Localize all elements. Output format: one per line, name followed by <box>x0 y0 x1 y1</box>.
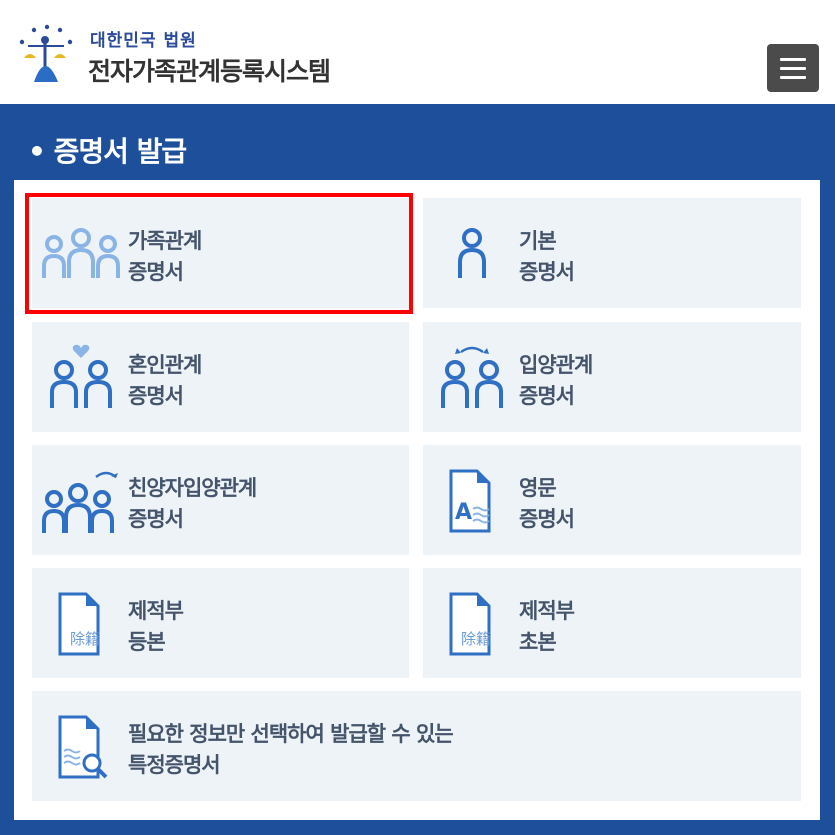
card-label: 혼인관계 증명서 <box>128 353 202 408</box>
family-adoption-icon <box>42 471 118 533</box>
system-name[interactable]: 전자가족관계등록시스템 <box>88 52 331 88</box>
full-adoption-relation-certificate-card[interactable]: 친양자입양관계 증명서 <box>32 445 409 555</box>
english-document-icon: A <box>449 469 491 533</box>
site-header: 대한민국 법원 전자가족관계등록시스템 <box>0 0 835 104</box>
card-label: 가족관계 증명서 <box>128 229 202 284</box>
svg-text:A: A <box>455 500 472 525</box>
removed-register-document-icon: 除籍 <box>58 592 100 656</box>
marriage-relation-certificate-card[interactable]: 혼인관계 증명서 <box>32 322 409 432</box>
basic-certificate-card[interactable]: 기본 증명서 <box>423 198 801 308</box>
card-label: 영문 증명서 <box>519 476 575 531</box>
adoption-relation-certificate-card[interactable]: 입양관계 증명서 <box>423 322 801 432</box>
adoption-arrows-icon <box>441 346 503 408</box>
card-label: 제적부 등본 <box>128 599 184 654</box>
card-label: 친양자입양관계 증명서 <box>128 476 257 531</box>
family-relation-certificate-card[interactable]: 가족관계 증명서 <box>32 198 409 308</box>
hamburger-menu-icon <box>780 58 806 61</box>
svg-text:除籍: 除籍 <box>461 630 491 648</box>
removed-register-certified-copy-card[interactable]: 除籍 제적부 등본 <box>32 568 409 678</box>
removed-register-abstract-card[interactable]: 除籍 제적부 초본 <box>423 568 801 678</box>
card-label: 제적부 초본 <box>519 599 575 654</box>
family-group-icon <box>42 228 120 278</box>
card-label: 입양관계 증명서 <box>519 353 593 408</box>
org-name: 대한민국 법원 <box>90 31 197 51</box>
card-label: 필요한 정보만 선택하여 발급할 수 있는 특정증명서 <box>128 722 454 777</box>
couple-heart-icon <box>50 344 112 408</box>
document-search-icon <box>58 715 108 779</box>
section-title: • 증명서 발급 <box>28 135 187 168</box>
english-certificate-card[interactable]: A 영문 증명서 <box>423 445 801 555</box>
specific-certificate-card[interactable]: 필요한 정보만 선택하여 발급할 수 있는 특정증명서 <box>32 691 801 801</box>
card-label: 기본 증명서 <box>519 229 575 284</box>
removed-register-document-icon: 除籍 <box>449 592 491 656</box>
person-icon <box>458 228 486 278</box>
hamburger-menu-button[interactable] <box>767 44 819 92</box>
svg-text:除籍: 除籍 <box>70 630 100 648</box>
court-emblem-icon <box>19 24 73 82</box>
